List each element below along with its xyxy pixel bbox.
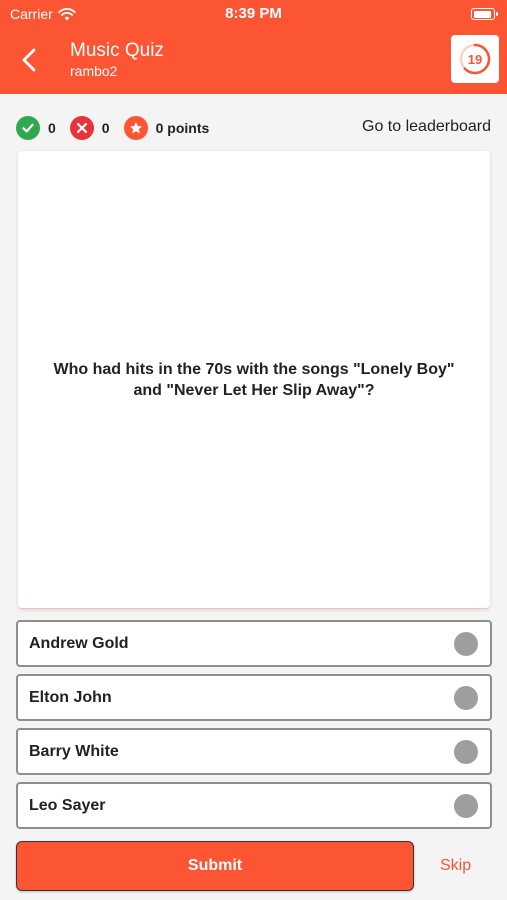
question-text: Who had hits in the 70s with the songs "… <box>53 360 455 399</box>
back-button[interactable] <box>14 44 44 76</box>
score-stats: 0 0 0 points <box>16 116 223 140</box>
leaderboard-link[interactable]: Go to leaderboard <box>362 118 491 136</box>
answer-label: Leo Sayer <box>29 797 106 814</box>
question-card: Who had hits in the 70s with the songs "… <box>18 151 490 609</box>
wrong-count: 0 <box>101 120 110 136</box>
answer-label: Elton John <box>29 689 112 706</box>
countdown-timer: 19 <box>451 35 499 83</box>
points-count: 0 points <box>155 120 210 136</box>
answer-list: Andrew Gold Elton John Barry White Leo S… <box>16 620 492 836</box>
radio-button[interactable] <box>454 794 478 818</box>
radio-button[interactable] <box>454 686 478 710</box>
status-time: 8:39 PM <box>225 5 282 22</box>
check-circle-icon <box>16 116 40 140</box>
answer-option[interactable]: Barry White <box>16 728 492 775</box>
answer-label: Barry White <box>29 743 119 760</box>
quiz-title: Music Quiz <box>70 40 164 61</box>
timer-value: 19 <box>467 51 483 67</box>
status-bar: Carrier 8:39 PM <box>0 0 507 28</box>
answer-option[interactable]: Elton John <box>16 674 492 721</box>
answer-label: Andrew Gold <box>29 635 129 652</box>
battery-icon <box>471 8 498 20</box>
skip-button[interactable]: Skip <box>440 857 471 875</box>
star-circle-icon <box>123 116 148 140</box>
wrong-circle-icon <box>69 116 94 140</box>
answer-option[interactable]: Leo Sayer <box>16 782 492 829</box>
correct-count: 0 <box>48 120 56 136</box>
answer-option[interactable]: Andrew Gold <box>16 620 492 667</box>
radio-button[interactable] <box>454 740 478 764</box>
submit-button[interactable]: Submit <box>16 841 414 891</box>
chevron-left-icon <box>22 48 36 72</box>
username: rambo2 <box>70 63 118 79</box>
radio-button[interactable] <box>454 632 478 656</box>
app-header: Carrier 8:39 PM Music Quiz rambo2 19 <box>0 0 507 94</box>
